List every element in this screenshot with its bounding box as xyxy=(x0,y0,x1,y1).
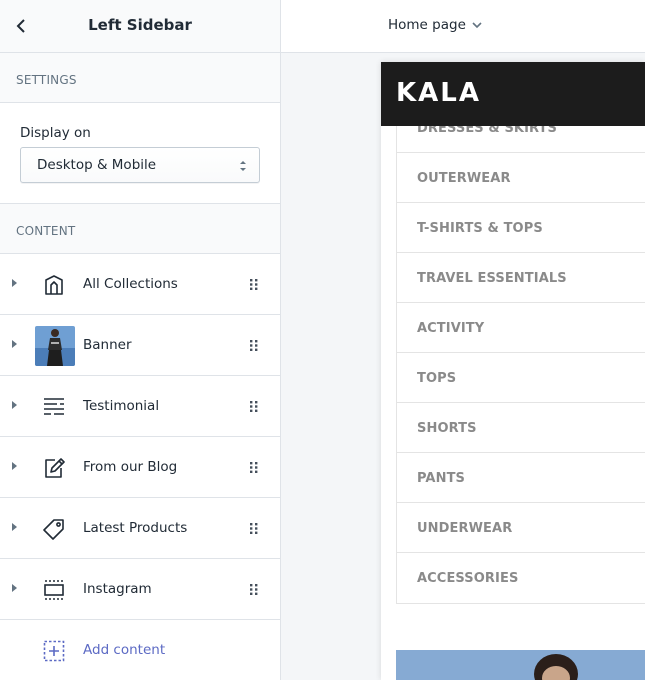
select-arrows-icon xyxy=(240,161,246,171)
content-item-banner[interactable]: Banner xyxy=(0,315,280,376)
store-preview: KALA DRESSES & SKIRTS OUTERWEAR T-SHIRTS… xyxy=(381,62,645,680)
expand-caret-icon[interactable] xyxy=(12,279,17,287)
store-header: KALA xyxy=(381,62,645,126)
drag-handle-icon[interactable] xyxy=(250,340,258,351)
content-item-instagram[interactable]: Instagram xyxy=(0,559,280,620)
collection-link[interactable]: PANTS xyxy=(397,453,645,503)
banner-image xyxy=(396,650,645,680)
chevron-down-icon xyxy=(472,21,482,28)
editor-topbar: Home page xyxy=(281,0,645,53)
collection-link[interactable]: SHORTS xyxy=(397,403,645,453)
drag-handle-icon[interactable] xyxy=(250,401,258,412)
collection-link[interactable]: ACTIVITY xyxy=(397,303,645,353)
blog-edit-icon xyxy=(41,455,67,481)
banner-thumbnail xyxy=(35,326,75,366)
display-on-select[interactable]: Desktop & Mobile xyxy=(20,147,260,183)
instagram-frame-icon xyxy=(41,577,67,603)
display-on-label: Display on xyxy=(20,125,91,141)
content-item-label: From our Blog xyxy=(83,459,178,475)
drag-handle-icon[interactable] xyxy=(250,523,258,534)
content-item-label: Banner xyxy=(83,337,132,353)
collections-icon xyxy=(41,272,67,298)
page-selector[interactable]: Home page xyxy=(388,17,482,33)
content-item-label: All Collections xyxy=(83,276,178,292)
expand-caret-icon[interactable] xyxy=(12,340,17,348)
sidebar-title: Left Sidebar xyxy=(88,16,192,34)
collection-link[interactable]: T-SHIRTS & TOPS xyxy=(397,203,645,253)
content-item-label: Testimonial xyxy=(83,398,160,414)
content-item-label: Latest Products xyxy=(83,520,188,536)
expand-caret-icon[interactable] xyxy=(12,523,17,531)
drag-handle-icon[interactable] xyxy=(250,462,258,473)
collection-link[interactable]: OUTERWEAR xyxy=(397,153,645,203)
sidebar-header: Left Sidebar xyxy=(0,0,280,53)
expand-caret-icon[interactable] xyxy=(12,401,17,409)
collections-list: DRESSES & SKIRTS OUTERWEAR T-SHIRTS & TO… xyxy=(396,102,645,604)
collection-link[interactable]: ACCESSORIES xyxy=(397,553,645,603)
collection-link[interactable]: TRAVEL ESSENTIALS xyxy=(397,253,645,303)
content-item-testimonial[interactable]: Testimonial xyxy=(0,376,280,437)
store-logo[interactable]: KALA xyxy=(396,78,481,108)
content-list: All Collections Banner Testimonial From … xyxy=(0,254,280,680)
add-section-icon xyxy=(41,638,67,664)
content-section-label: CONTENT xyxy=(0,204,280,254)
settings-panel: Display on Desktop & Mobile xyxy=(0,103,280,204)
drag-handle-icon[interactable] xyxy=(250,584,258,595)
content-item-label: Instagram xyxy=(83,581,152,597)
display-on-value: Desktop & Mobile xyxy=(37,157,157,173)
theme-editor-sidebar: Left Sidebar SETTINGS Display on Desktop… xyxy=(0,0,281,680)
add-content-button[interactable]: Add content xyxy=(0,620,280,680)
text-lines-icon xyxy=(41,394,67,420)
add-content-label: Add content xyxy=(83,642,166,658)
page-selector-label: Home page xyxy=(388,17,466,33)
collection-link[interactable]: UNDERWEAR xyxy=(397,503,645,553)
tag-icon xyxy=(41,516,67,542)
expand-caret-icon[interactable] xyxy=(12,462,17,470)
expand-caret-icon[interactable] xyxy=(12,584,17,592)
content-item-all-collections[interactable]: All Collections xyxy=(0,254,280,315)
collection-link[interactable]: TOPS xyxy=(397,353,645,403)
content-item-from-our-blog[interactable]: From our Blog xyxy=(0,437,280,498)
content-item-latest-products[interactable]: Latest Products xyxy=(0,498,280,559)
drag-handle-icon[interactable] xyxy=(250,279,258,290)
settings-section-label: SETTINGS xyxy=(0,53,280,103)
